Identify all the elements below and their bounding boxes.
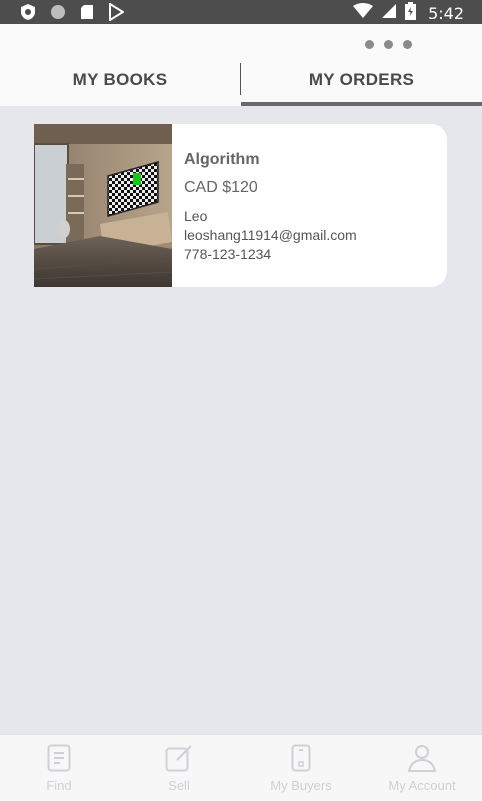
- tab-my-books[interactable]: MY BOOKS: [0, 64, 240, 96]
- tab-label: MY ORDERS: [308, 70, 415, 89]
- book-image: [34, 124, 173, 287]
- top-tab-bar: MY BOOKS MY ORDERS: [0, 24, 482, 106]
- seller-phone: 778-123-1234: [184, 246, 272, 262]
- nav-item-sell[interactable]: Sell: [120, 735, 238, 801]
- person-icon: [407, 744, 437, 772]
- nav-label: Find: [46, 778, 72, 793]
- selected-tab-indicator: [241, 102, 482, 106]
- status-bar: 5:42: [0, 0, 482, 24]
- sd-card-icon: [80, 4, 94, 25]
- nav-item-find[interactable]: Find: [0, 735, 118, 801]
- document-icon: [47, 744, 71, 772]
- book-price: CAD $120: [184, 179, 258, 196]
- more-horizontal-icon[interactable]: [365, 40, 412, 49]
- tab-my-orders[interactable]: MY ORDERS: [241, 64, 482, 96]
- order-card[interactable]: Algorithm CAD $120 Leo leoshang11914@gma…: [34, 124, 447, 287]
- status-time: 5:42: [428, 4, 464, 23]
- seller-email: leoshang11914@gmail.com: [184, 227, 357, 243]
- nav-label: My Account: [388, 778, 456, 793]
- book-title: Algorithm: [184, 151, 260, 168]
- battery-icon: [405, 2, 417, 25]
- nav-label: My Buyers: [270, 778, 332, 793]
- nav-item-my-buyers[interactable]: My Buyers: [241, 735, 361, 801]
- edit-icon: [165, 744, 193, 772]
- wifi-icon: [353, 3, 374, 24]
- signal-icon: [381, 3, 397, 24]
- bottom-navigation: Find Sell My Buyers My Account: [0, 734, 482, 801]
- nav-item-my-account[interactable]: My Account: [362, 735, 482, 801]
- shield-icon: [20, 3, 36, 26]
- seller-name: Leo: [184, 208, 208, 224]
- phone-icon: [291, 744, 311, 772]
- nav-label: Sell: [168, 778, 190, 793]
- play-store-icon: [108, 2, 125, 26]
- circle-icon: [50, 4, 66, 25]
- tab-label: MY BOOKS: [72, 70, 168, 89]
